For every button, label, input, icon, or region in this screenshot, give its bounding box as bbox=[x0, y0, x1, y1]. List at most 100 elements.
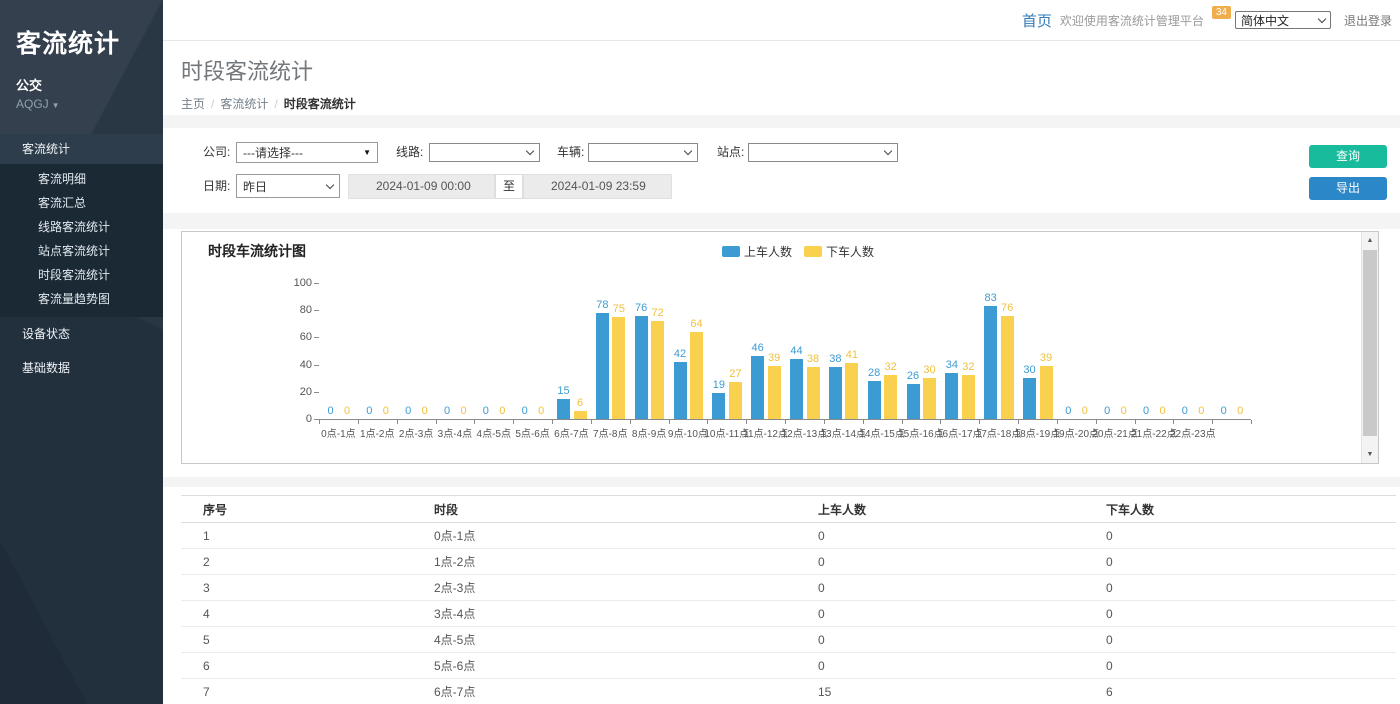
x-axis-category-label: 2点-3点 bbox=[399, 425, 433, 440]
table-cell: 0 bbox=[818, 529, 1106, 543]
breadcrumb-section[interactable]: 客流统计 bbox=[220, 97, 268, 111]
x-axis-tick-mark bbox=[436, 420, 437, 424]
bar-value-label: 27 bbox=[720, 368, 750, 380]
table-cell: 5点-6点 bbox=[434, 657, 818, 674]
bar-value-label: 41 bbox=[837, 349, 867, 361]
date-preset-select[interactable]: 昨日 bbox=[236, 174, 340, 198]
bar-value-label: 0 bbox=[526, 405, 556, 417]
y-axis-tick-mark bbox=[314, 365, 319, 366]
org-code-dropdown[interactable]: AQGJ▼ bbox=[0, 94, 163, 111]
scrollbar-thumb[interactable] bbox=[1363, 250, 1377, 436]
topbar: 首页 欢迎使用客流统计管理平台 34 简体中文 退出登录 bbox=[163, 0, 1400, 41]
bar-value-label: 39 bbox=[1031, 352, 1061, 364]
chevron-down-icon bbox=[1318, 14, 1326, 22]
filter-panel: 公司: ---请选择--- ▼ 线路: 车辆: 站点: 日期: 昨日 2024-… bbox=[163, 128, 1400, 213]
chart-scrollbar[interactable]: ▲ ▼ bbox=[1361, 232, 1378, 463]
breadcrumb-home[interactable]: 主页 bbox=[181, 97, 205, 111]
table-row: 32点-3点00 bbox=[181, 575, 1396, 601]
line-select[interactable] bbox=[429, 143, 540, 162]
company-label: 公司: bbox=[203, 142, 230, 163]
y-axis-tick-label: 40 bbox=[282, 359, 312, 371]
export-button[interactable]: 导出 bbox=[1309, 177, 1387, 200]
sidebar-item-0-2[interactable]: 线路客流统计 bbox=[0, 215, 163, 239]
x-axis-category-label: 6点-7点 bbox=[554, 425, 588, 440]
company-select[interactable]: ---请选择--- ▼ bbox=[236, 142, 378, 163]
bar-alighting bbox=[807, 367, 820, 419]
bar-boarding bbox=[868, 381, 881, 419]
date-to-input[interactable]: 2024-01-09 23:59 bbox=[523, 174, 672, 199]
vehicle-select[interactable] bbox=[588, 143, 698, 162]
table-row: 10点-1点00 bbox=[181, 523, 1396, 549]
sidebar-item-1[interactable]: 设备状态 bbox=[0, 317, 163, 351]
x-axis-tick-mark bbox=[669, 420, 670, 424]
x-axis-category-label: 0点-1点 bbox=[321, 425, 355, 440]
y-axis-tick-label: 0 bbox=[282, 413, 312, 425]
bar-value-label: 72 bbox=[643, 307, 673, 319]
x-axis-category-label: 3点-4点 bbox=[438, 425, 472, 440]
main-content: 时段客流统计 主页/客流统计/时段客流统计 公司: ---请选择--- ▼ 线路… bbox=[163, 41, 1400, 704]
station-label: 站点: bbox=[717, 142, 744, 163]
chevron-down-icon bbox=[884, 147, 892, 155]
breadcrumb-current: 时段客流统计 bbox=[284, 97, 356, 111]
app-logo: 客流统计 bbox=[0, 0, 163, 60]
x-axis-tick-mark bbox=[940, 420, 941, 424]
chart-panel: 时段车流统计图 上车人数 下车人数 020406080100000点-1点001… bbox=[181, 231, 1379, 464]
section-divider bbox=[163, 115, 1400, 128]
y-axis-tick-label: 20 bbox=[282, 386, 312, 398]
x-axis-tick-mark bbox=[513, 420, 514, 424]
home-link[interactable]: 首页 bbox=[1022, 10, 1052, 31]
table-cell: 2 bbox=[181, 555, 434, 569]
x-axis-tick-mark bbox=[397, 420, 398, 424]
language-value: 简体中文 bbox=[1241, 12, 1289, 29]
bar-boarding bbox=[596, 313, 609, 419]
sidebar-item-0-3[interactable]: 站点客流统计 bbox=[0, 239, 163, 263]
sidebar-item-2[interactable]: 基础数据 bbox=[0, 351, 163, 385]
x-axis-tick-mark bbox=[552, 420, 553, 424]
chevron-down-icon bbox=[684, 147, 692, 155]
sidebar-section-0[interactable]: 客流统计 bbox=[0, 134, 163, 164]
sidebar-item-0-0[interactable]: 客流明细 bbox=[0, 167, 163, 191]
language-select[interactable]: 简体中文 bbox=[1235, 11, 1331, 29]
table-body: 10点-1点0021点-2点0032点-3点0043点-4点0054点-5点00… bbox=[181, 523, 1396, 704]
page-title: 时段客流统计 bbox=[181, 41, 1400, 86]
x-axis-tick-mark bbox=[1096, 420, 1097, 424]
x-axis-category-label: 9点-10点 bbox=[668, 425, 708, 440]
sidebar-item-0-4[interactable]: 时段客流统计 bbox=[0, 263, 163, 287]
col-header-boarding: 上车人数 bbox=[818, 501, 1106, 518]
dropdown-triangle-icon: ▼ bbox=[363, 148, 371, 157]
x-axis-tick-mark bbox=[1057, 420, 1058, 424]
table-cell: 15 bbox=[818, 685, 1106, 699]
bar-alighting bbox=[845, 363, 858, 419]
section-divider bbox=[163, 213, 1400, 229]
notification-badge[interactable]: 34 bbox=[1212, 6, 1231, 19]
sidebar-item-0-5[interactable]: 客流量趋势图 bbox=[0, 287, 163, 311]
scrollbar-up-arrow-icon[interactable]: ▲ bbox=[1362, 232, 1378, 249]
x-axis-tick-mark bbox=[1135, 420, 1136, 424]
bar-value-label: 64 bbox=[682, 318, 712, 330]
x-axis-tick-mark bbox=[474, 420, 475, 424]
x-axis-tick-mark bbox=[591, 420, 592, 424]
table-cell: 0 bbox=[1106, 633, 1396, 647]
logout-link[interactable]: 退出登录 bbox=[1344, 12, 1392, 29]
chevron-down-icon: ▼ bbox=[52, 101, 60, 110]
bar-value-label: 15 bbox=[549, 385, 579, 397]
chart-area: 时段车流统计图 上车人数 下车人数 020406080100000点-1点001… bbox=[163, 229, 1400, 477]
bar-alighting bbox=[923, 378, 936, 419]
station-select[interactable] bbox=[748, 143, 898, 162]
query-button[interactable]: 查询 bbox=[1309, 145, 1387, 168]
company-value: ---请选择--- bbox=[243, 144, 303, 161]
bar-alighting bbox=[651, 321, 664, 419]
vehicle-label: 车辆: bbox=[557, 142, 584, 163]
bar-alighting bbox=[884, 375, 897, 419]
x-axis-tick-mark bbox=[319, 420, 320, 424]
table-row: 21点-2点00 bbox=[181, 549, 1396, 575]
sidebar-item-0-1[interactable]: 客流汇总 bbox=[0, 191, 163, 215]
x-axis-category-label: 7点-8点 bbox=[593, 425, 627, 440]
chevron-down-icon bbox=[526, 147, 534, 155]
breadcrumb-separator: / bbox=[274, 97, 277, 111]
x-axis-tick-mark bbox=[785, 420, 786, 424]
date-from-input[interactable]: 2024-01-09 00:00 bbox=[348, 174, 495, 199]
scrollbar-down-arrow-icon[interactable]: ▼ bbox=[1362, 446, 1378, 463]
table-row: 65点-6点00 bbox=[181, 653, 1396, 679]
bar-boarding bbox=[635, 316, 648, 419]
